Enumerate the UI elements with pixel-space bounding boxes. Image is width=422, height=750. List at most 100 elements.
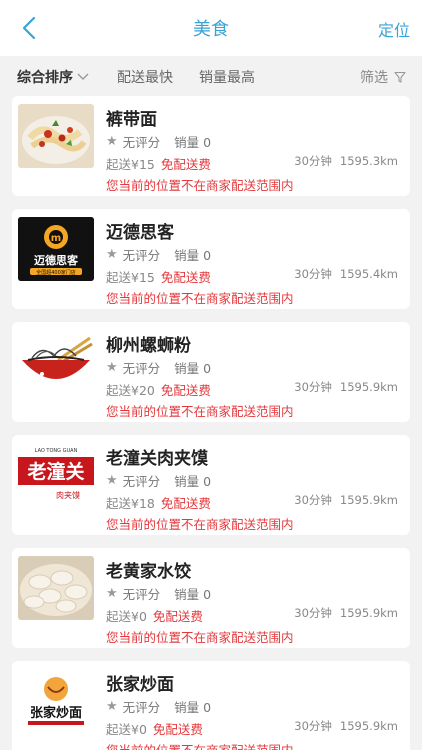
shop-card[interactable]: LAO TONG GUAN 老潼关 肉夹馍 老潼关肉夹馍 ★ 无评分 销量 0 … xyxy=(12,435,410,535)
sales-count: 销量 0 xyxy=(174,361,212,376)
star-icon: ★ xyxy=(106,473,118,488)
delivery-fee: 起送¥18 免配送费 xyxy=(106,493,211,512)
distance: 1595.9km xyxy=(339,606,398,620)
min-order: 起送¥15 xyxy=(106,157,155,172)
shop-card[interactable]: 裤带面 ★ 无评分 销量 0 起送¥15 免配送费 30分钟 1595.3km 您当… xyxy=(12,96,410,196)
out-of-range-warning: 您当前的位置不在商家配送范围内 xyxy=(106,291,294,306)
back-icon[interactable] xyxy=(16,14,44,42)
delivery-time: 30分钟 xyxy=(294,719,332,733)
shop-thumbnail: m 迈德思客 全国超400家门店 xyxy=(18,217,94,281)
star-icon: ★ xyxy=(106,134,118,149)
delivery-fee: 起送¥0 免配送费 xyxy=(106,719,203,738)
shop-rating: ★ 无评分 销量 0 xyxy=(106,697,211,716)
shop-thumbnail: 张家炒面 xyxy=(18,669,94,733)
rating-text: 无评分 xyxy=(122,700,161,715)
out-of-range-warning: 您当前的位置不在商家配送范围内 xyxy=(106,404,294,419)
sales-count: 销量 0 xyxy=(174,248,212,263)
rating-text: 无评分 xyxy=(122,361,161,376)
delivery-meta: 30分钟 1595.9km xyxy=(294,605,398,621)
distance: 1595.9km xyxy=(339,493,398,507)
delivery-time: 30分钟 xyxy=(294,380,332,394)
delivery-fee: 起送¥15 免配送费 xyxy=(106,154,211,173)
nav-bar: 美食 定位 xyxy=(0,0,422,56)
delivery-fee: 起送¥0 免配送费 xyxy=(106,606,203,625)
delivery-time: 30分钟 xyxy=(294,493,332,507)
shop-card[interactable]: 老黄家水饺 ★ 无评分 销量 0 起送¥0 免配送费 30分钟 1595.9km 您… xyxy=(12,548,410,648)
sales-count: 销量 0 xyxy=(174,474,212,489)
out-of-range-warning: 您当前的位置不在商家配送范围内 xyxy=(106,178,294,193)
locate-button[interactable]: 定位 xyxy=(378,17,410,41)
shop-name: 迈德思客 xyxy=(106,223,174,243)
shop-thumbnail xyxy=(18,556,94,620)
free-delivery-tag: 免配送费 xyxy=(160,496,211,511)
laotongguan-logo: LAO TONG GUAN 老潼关 肉夹馍 xyxy=(18,443,94,507)
maidesike-logo: m 迈德思客 全国超400家门店 xyxy=(18,217,94,281)
out-of-range-warning: 您当前的位置不在商家配送范围内 xyxy=(106,517,294,532)
delivery-meta: 30分钟 1595.3km xyxy=(294,153,398,169)
delivery-meta: 30分钟 1595.4km xyxy=(294,266,398,282)
shop-card[interactable]: m 迈德思客 全国超400家门店 迈德思客 ★ 无评分 销量 0 起送¥15 免配… xyxy=(12,209,410,309)
shop-rating: ★ 无评分 销量 0 xyxy=(106,132,211,151)
sort-label: 综合排序 xyxy=(17,70,73,86)
rating-text: 无评分 xyxy=(122,587,161,602)
page-title: 美食 xyxy=(193,19,229,40)
star-icon: ★ xyxy=(106,247,118,262)
distance: 1595.9km xyxy=(339,380,398,394)
rating-text: 无评分 xyxy=(122,135,161,150)
star-icon: ★ xyxy=(106,586,118,601)
sales-count: 销量 0 xyxy=(174,700,212,715)
svg-text:肉夹馍: 肉夹馍 xyxy=(56,490,80,500)
free-delivery-tag: 免配送费 xyxy=(152,722,203,737)
shop-thumbnail xyxy=(18,104,94,168)
shop-rating: ★ 无评分 销量 0 xyxy=(106,245,211,264)
min-order: 起送¥0 xyxy=(106,609,147,624)
chevron-down-icon xyxy=(77,73,89,80)
svg-text:全国超400家门店: 全国超400家门店 xyxy=(36,269,76,276)
shop-name: 裤带面 xyxy=(106,110,157,130)
distance: 1595.3km xyxy=(339,154,398,168)
sales-count: 销量 0 xyxy=(174,135,212,150)
shop-name: 老黄家水饺 xyxy=(106,562,191,582)
sales-count: 销量 0 xyxy=(174,587,212,602)
filter-top-sales[interactable]: 销量最高 xyxy=(199,67,255,87)
shop-card[interactable]: 张家炒面 张家炒面 ★ 无评分 销量 0 起送¥0 免配送费 30分钟 1595.9… xyxy=(12,661,410,750)
distance: 1595.9km xyxy=(339,719,398,733)
svg-text:迈德思客: 迈德思客 xyxy=(34,253,79,267)
svg-text:老潼关: 老潼关 xyxy=(27,460,84,483)
shop-rating: ★ 无评分 销量 0 xyxy=(106,584,211,603)
free-delivery-tag: 免配送费 xyxy=(160,270,211,285)
svg-text:张家炒面: 张家炒面 xyxy=(30,705,82,721)
delivery-meta: 30分钟 1595.9km xyxy=(294,718,398,734)
shop-rating: ★ 无评分 销量 0 xyxy=(106,358,211,377)
min-order: 起送¥0 xyxy=(106,722,147,737)
shop-name: 张家炒面 xyxy=(106,675,174,695)
filter-fastest-delivery[interactable]: 配送最快 xyxy=(117,67,173,87)
shop-thumbnail xyxy=(18,330,94,394)
svg-text:LAO TONG GUAN: LAO TONG GUAN xyxy=(35,448,78,454)
shop-card[interactable]: 柳州螺蛳粉 ★ 无评分 销量 0 起送¥20 免配送费 30分钟 1595.9km … xyxy=(12,322,410,422)
delivery-time: 30分钟 xyxy=(294,154,332,168)
free-delivery-tag: 免配送费 xyxy=(160,383,211,398)
funnel-icon xyxy=(394,71,406,83)
rating-text: 无评分 xyxy=(122,474,161,489)
filter-screen-label: 筛选 xyxy=(360,70,388,86)
free-delivery-tag: 免配送费 xyxy=(152,609,203,624)
shop-thumbnail: LAO TONG GUAN 老潼关 肉夹馍 xyxy=(18,443,94,507)
rating-text: 无评分 xyxy=(122,248,161,263)
free-delivery-tag: 免配送费 xyxy=(160,157,211,172)
shop-name: 老潼关肉夹馍 xyxy=(106,449,208,469)
shop-name: 柳州螺蛳粉 xyxy=(106,336,191,356)
zhangjia-logo: 张家炒面 xyxy=(18,669,94,733)
filter-bar: 综合排序 配送最快 销量最高 筛选 xyxy=(0,56,422,96)
distance: 1595.4km xyxy=(339,267,398,281)
star-icon: ★ xyxy=(106,360,118,375)
filter-screen-button[interactable]: 筛选 xyxy=(360,67,406,87)
shop-rating: ★ 无评分 销量 0 xyxy=(106,471,211,490)
delivery-time: 30分钟 xyxy=(294,606,332,620)
delivery-fee: 起送¥15 免配送费 xyxy=(106,267,211,286)
star-icon: ★ xyxy=(106,699,118,714)
delivery-meta: 30分钟 1595.9km xyxy=(294,492,398,508)
delivery-fee: 起送¥20 免配送费 xyxy=(106,380,211,399)
sort-dropdown[interactable]: 综合排序 xyxy=(17,67,89,87)
min-order: 起送¥15 xyxy=(106,270,155,285)
